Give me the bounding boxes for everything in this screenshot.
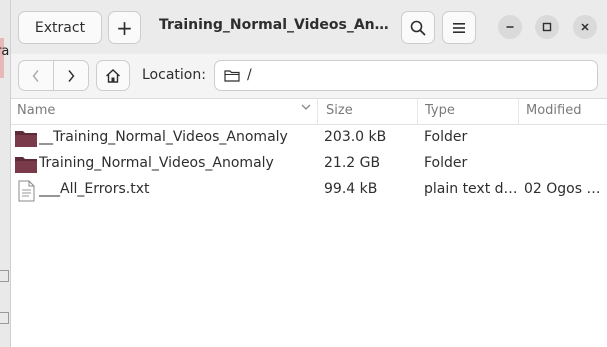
file-name: Training_Normal_Videos_Anomaly: [39, 155, 274, 171]
home-button[interactable]: [96, 60, 130, 91]
folder-icon: [15, 157, 37, 173]
add-icon: +: [116, 15, 133, 40]
column-header-name[interactable]: Name: [17, 103, 55, 121]
background-window-fragment: [0, 312, 9, 324]
folder-outline-icon: [224, 70, 240, 82]
column-separator[interactable]: [417, 99, 418, 124]
hamburger-menu-icon: [453, 22, 465, 33]
location-entry[interactable]: /: [214, 60, 598, 91]
sort-descending-icon: [301, 104, 311, 110]
text-file-icon: [18, 180, 35, 202]
chevron-right-icon: [68, 69, 75, 82]
extract-button[interactable]: Extract: [18, 11, 102, 44]
folder-icon: [15, 131, 37, 147]
background-window-text: ra: [0, 44, 10, 59]
forward-button[interactable]: [53, 60, 89, 91]
column-header-size[interactable]: Size: [326, 103, 353, 121]
headerbar: Extract + Training_Normal_Videos_Anomaly…: [11, 0, 607, 55]
maximize-button[interactable]: [535, 15, 559, 39]
column-header-type[interactable]: Type: [425, 103, 455, 121]
file-size: 21.2 GB: [324, 155, 381, 171]
search-button[interactable]: [401, 11, 435, 44]
file-type: Folder: [424, 155, 468, 171]
file-name: ___All_Errors.txt: [39, 181, 150, 197]
archive-manager-window: Extract + Training_Normal_Videos_Anomaly…: [11, 0, 607, 347]
extract-button-label: Extract: [34, 19, 86, 36]
chevron-left-icon: [32, 69, 39, 82]
file-row[interactable]: __Training_Normal_Videos_Anomaly 203.0 k…: [11, 125, 607, 151]
column-separator[interactable]: [317, 99, 318, 124]
file-row[interactable]: ___All_Errors.txt 99.4 kB plain text doc…: [11, 177, 607, 203]
location-path: /: [247, 67, 252, 83]
file-size: 203.0 kB: [324, 129, 387, 145]
file-type: Folder: [424, 129, 468, 145]
column-separator[interactable]: [518, 99, 519, 124]
file-size: 99.4 kB: [324, 181, 378, 197]
search-icon: [410, 20, 426, 35]
background-window-fragment: [0, 270, 9, 282]
minimize-icon: [506, 26, 514, 28]
maximize-icon: [542, 22, 552, 32]
close-icon: [581, 23, 589, 31]
window-title: Training_Normal_Videos_Anomaly.zip: [159, 17, 389, 33]
file-modified: 02 Ogos 2023: [524, 181, 607, 197]
home-icon: [106, 68, 120, 83]
column-header-modified[interactable]: Modified: [526, 103, 581, 121]
main-menu-button[interactable]: [442, 11, 476, 44]
add-files-button[interactable]: +: [108, 11, 141, 44]
file-name: __Training_Normal_Videos_Anomaly: [39, 129, 288, 145]
file-type: plain text document: [424, 181, 522, 197]
file-row[interactable]: Training_Normal_Videos_Anomaly 21.2 GB F…: [11, 151, 607, 177]
back-button[interactable]: [18, 60, 54, 91]
minimize-button[interactable]: [498, 15, 522, 39]
file-list-header: Name Size Type Modified: [11, 99, 607, 125]
location-label: Location:: [142, 67, 206, 83]
location-bar: Location: /: [11, 54, 607, 99]
close-button[interactable]: [573, 15, 597, 39]
